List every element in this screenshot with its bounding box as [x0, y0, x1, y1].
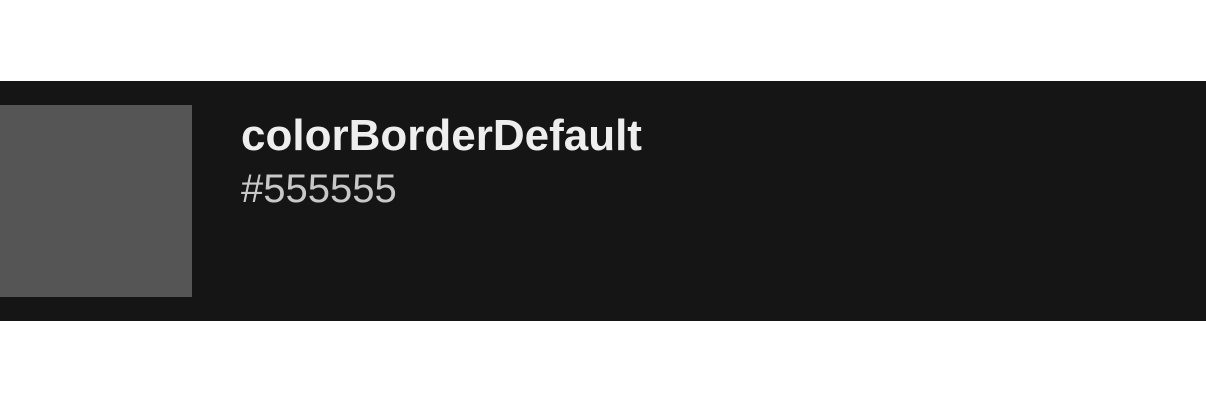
token-name: colorBorderDefault — [241, 111, 642, 160]
token-hex-value: #555555 — [241, 167, 397, 211]
color-swatch — [0, 105, 192, 297]
color-token-row: colorBorderDefault #555555 — [0, 81, 1206, 321]
